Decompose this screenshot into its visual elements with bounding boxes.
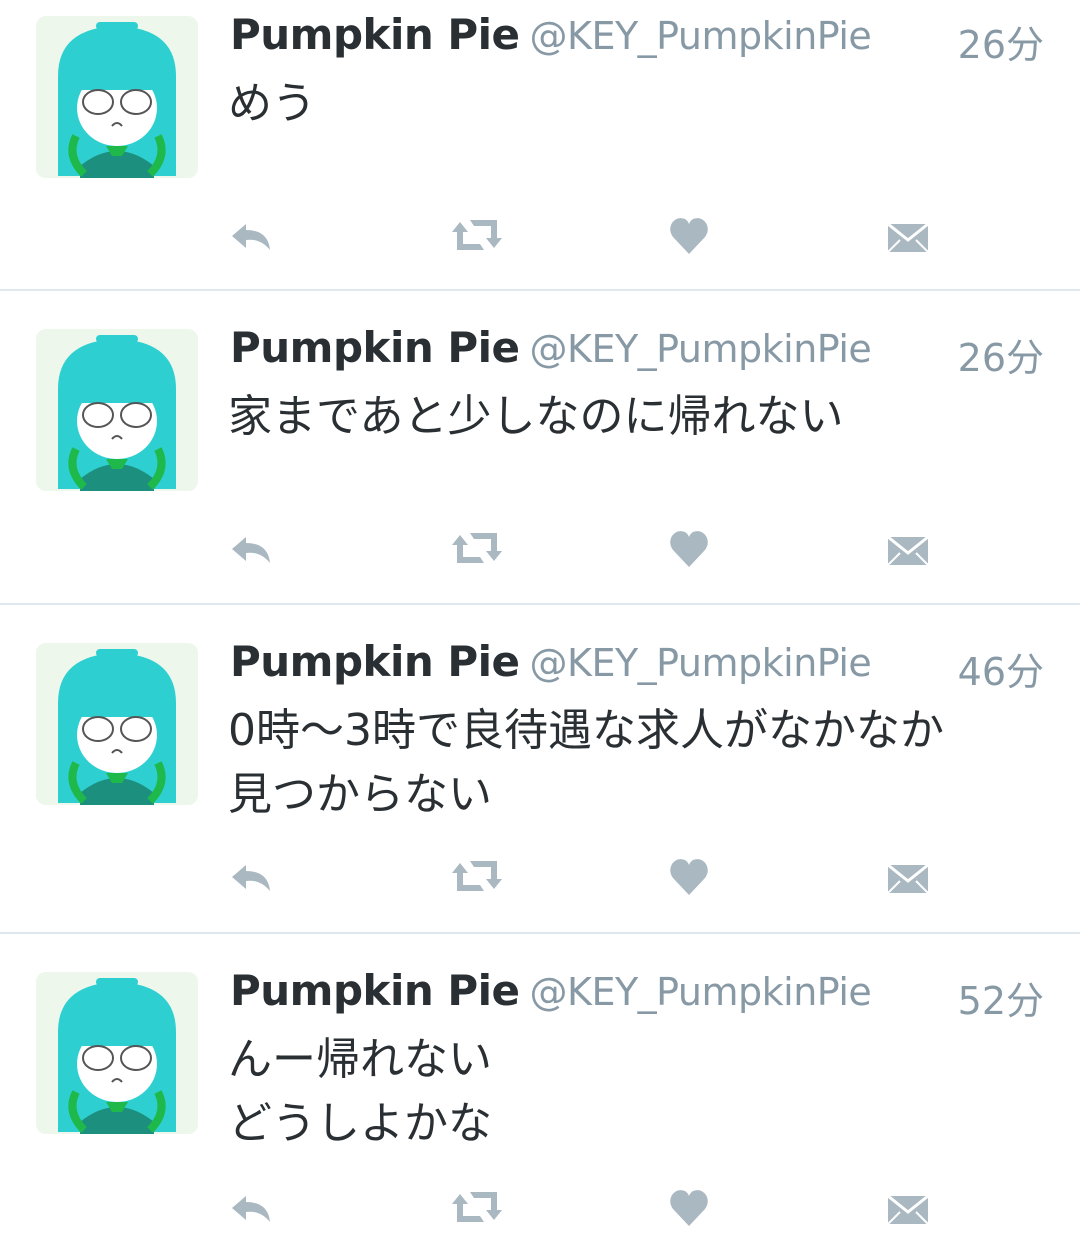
display-name[interactable]: Pumpkin Pie [230, 637, 520, 686]
reply-icon [232, 865, 270, 891]
tweet-header: Pumpkin Pie @KEY_PumpkinPie 46分 [230, 637, 1044, 697]
tweet-text: 家まであと少しなのに帰れない [228, 385, 1048, 449]
heart-icon [670, 859, 708, 895]
tweet[interactable]: Pumpkin Pie @KEY_PumpkinPie 26分 家まであと少しなの… [0, 291, 1080, 605]
envelope-icon [887, 222, 929, 253]
retweet-icon [452, 533, 502, 563]
heart-icon [670, 218, 708, 254]
tweet-text-line: めう [228, 78, 316, 129]
display-name[interactable]: Pumpkin Pie [230, 10, 520, 59]
like-button[interactable] [668, 1182, 728, 1232]
tweet-actions [228, 210, 948, 260]
timestamp[interactable]: 52分 [958, 970, 1044, 1025]
avatar-image [36, 972, 198, 1134]
display-name[interactable]: Pumpkin Pie [230, 966, 520, 1015]
avatar[interactable] [36, 329, 198, 491]
envelope-icon [887, 863, 929, 894]
tweet-text-line: どうしよかな [228, 1098, 492, 1149]
reply-icon [232, 1196, 270, 1222]
retweet-button[interactable] [448, 210, 508, 260]
heart-icon [670, 531, 708, 567]
reply-button[interactable] [228, 1182, 288, 1232]
reply-button[interactable] [228, 851, 288, 901]
avatar-image [36, 643, 198, 805]
retweet-button[interactable] [448, 851, 508, 901]
dm-button[interactable] [886, 851, 946, 901]
reply-button[interactable] [228, 523, 288, 573]
timestamp[interactable]: 26分 [958, 14, 1044, 69]
avatar[interactable] [36, 643, 198, 805]
tweet-text: めう [228, 72, 1048, 136]
reply-button[interactable] [228, 210, 288, 260]
user-handle[interactable]: @KEY_PumpkinPie [530, 641, 872, 685]
reply-icon [232, 224, 270, 250]
user-handle[interactable]: @KEY_PumpkinPie [530, 970, 872, 1014]
dm-button[interactable] [886, 210, 946, 260]
user-handle[interactable]: @KEY_PumpkinPie [530, 14, 872, 58]
tweet[interactable]: Pumpkin Pie @KEY_PumpkinPie 46分 0時〜3時で良待遇… [0, 605, 1080, 934]
retweet-icon [452, 861, 502, 891]
tweet-text-line: 0時〜3時で良待遇な求人がなかなか [228, 705, 944, 756]
timestamp[interactable]: 26分 [958, 327, 1044, 382]
like-button[interactable] [668, 851, 728, 901]
tweet-text-line: 見つからない [228, 769, 492, 820]
envelope-icon [887, 535, 929, 566]
tweet-header: Pumpkin Pie @KEY_PumpkinPie 26分 [230, 323, 1044, 383]
dm-button[interactable] [886, 523, 946, 573]
retweet-button[interactable] [448, 523, 508, 573]
like-button[interactable] [668, 523, 728, 573]
user-handle[interactable]: @KEY_PumpkinPie [530, 327, 872, 371]
tweet-text: んー帰れない どうしよかな [228, 1028, 1048, 1156]
tweet-text-line: 家まであと少しなのに帰れない [228, 391, 844, 442]
envelope-icon [887, 1194, 929, 1225]
avatar-image [36, 16, 198, 178]
tweet-actions [228, 1182, 948, 1232]
retweet-icon [452, 1192, 502, 1222]
dm-button[interactable] [886, 1182, 946, 1232]
tweet-header: Pumpkin Pie @KEY_PumpkinPie 52分 [230, 966, 1044, 1026]
tweet-text: 0時〜3時で良待遇な求人がなかなか 見つからない [228, 699, 1048, 827]
tweet-actions [228, 523, 948, 573]
tweet[interactable]: Pumpkin Pie @KEY_PumpkinPie 26分 めう [0, 0, 1080, 291]
tweet[interactable]: Pumpkin Pie @KEY_PumpkinPie 52分 んー帰れない どう… [0, 934, 1080, 1254]
tweet-header: Pumpkin Pie @KEY_PumpkinPie 26分 [230, 10, 1044, 70]
avatar[interactable] [36, 972, 198, 1134]
avatar-image [36, 329, 198, 491]
tweet-text-line: んー帰れない [228, 1034, 492, 1085]
timestamp[interactable]: 46分 [958, 641, 1044, 696]
avatar[interactable] [36, 16, 198, 178]
retweet-button[interactable] [448, 1182, 508, 1232]
reply-icon [232, 537, 270, 563]
heart-icon [670, 1190, 708, 1226]
retweet-icon [452, 220, 502, 250]
like-button[interactable] [668, 210, 728, 260]
tweet-actions [228, 851, 948, 901]
display-name[interactable]: Pumpkin Pie [230, 323, 520, 372]
timeline: Pumpkin Pie @KEY_PumpkinPie 26分 めう Pumpk… [0, 0, 1080, 1254]
